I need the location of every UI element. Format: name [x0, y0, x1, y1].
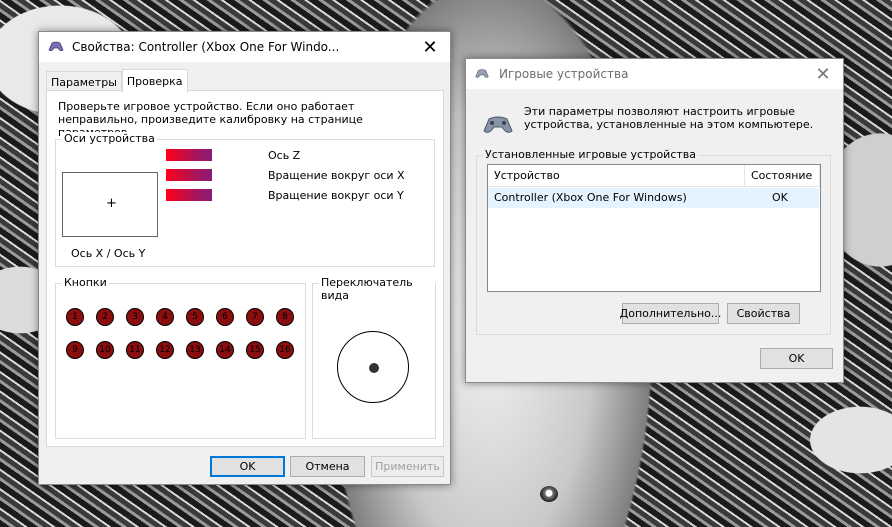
button-indicator-6: 6 — [216, 308, 234, 326]
button-indicator-10: 10 — [96, 341, 114, 359]
wallpaper-detail — [540, 486, 558, 502]
button-indicator-9: 9 — [66, 341, 84, 359]
apply-button[interactable]: Применить — [371, 456, 444, 477]
close-button[interactable]: ✕ — [410, 32, 450, 62]
pov-center-dot — [369, 363, 379, 373]
button-indicator-13: 13 — [186, 341, 204, 359]
game-controllers-window: Игровые устройства ✕ Эти параметры позво… — [465, 58, 844, 383]
ok-button[interactable]: OK — [760, 348, 833, 369]
column-header-status[interactable]: Состояние — [745, 165, 820, 187]
button-indicator-14: 14 — [216, 341, 234, 359]
axis-rx-label: Вращение вокруг оси X — [268, 169, 405, 182]
button-indicator-12: 12 — [156, 341, 174, 359]
axis-ry-bar — [166, 189, 212, 201]
button-indicator-8: 8 — [276, 308, 294, 326]
tab-settings[interactable]: Параметры — [46, 71, 122, 92]
xy-axis-label: Ось X / Ось Y — [71, 247, 146, 260]
test-tab-panel: Проверьте игровое устройство. Если оно р… — [46, 90, 444, 447]
button-indicator-2: 2 — [96, 308, 114, 326]
cancel-button[interactable]: Отмена — [290, 456, 365, 477]
axis-z-label: Ось Z — [268, 149, 301, 162]
axis-ry-label: Вращение вокруг оси Y — [268, 189, 404, 202]
device-name: Controller (Xbox One For Windows) — [494, 191, 687, 204]
close-button[interactable]: ✕ — [803, 59, 843, 89]
axis-rx-bar — [166, 169, 212, 181]
description-text: Эти параметры позволяют настроить игровы… — [524, 105, 814, 131]
button-indicator-15: 15 — [246, 341, 264, 359]
pov-indicator — [337, 331, 409, 403]
crosshair-icon: + — [106, 196, 117, 211]
gamepad-icon — [474, 67, 492, 81]
column-header-device[interactable]: Устройство — [488, 165, 745, 187]
ok-button[interactable]: OK — [210, 456, 285, 477]
title-bar[interactable]: Игровые устройства ✕ — [466, 59, 843, 89]
title-bar[interactable]: Свойства: Controller (Xbox One For Windo… — [39, 32, 450, 62]
button-indicator-5: 5 — [186, 308, 204, 326]
table-row[interactable]: Controller (Xbox One For Windows) OK — [488, 188, 819, 208]
gamepad-icon — [481, 114, 515, 139]
pov-group-label: Переключатель вида — [319, 276, 435, 302]
xy-axis-box: + — [62, 172, 158, 237]
tab-test[interactable]: Проверка — [121, 69, 188, 93]
button-indicator-7: 7 — [246, 308, 264, 326]
axes-group-label: Оси устройства — [62, 132, 157, 145]
device-status: OK — [772, 191, 788, 204]
buttons-group-label: Кнопки — [62, 276, 109, 289]
advanced-button[interactable]: Дополнительно... — [620, 303, 721, 324]
button-indicator-1: 1 — [66, 308, 84, 326]
tab-strip: Параметры Проверка — [46, 69, 188, 93]
pov-group: Переключатель вида — [312, 276, 436, 439]
button-indicator-11: 11 — [126, 341, 144, 359]
installed-devices-label: Установленные игровые устройства — [483, 148, 699, 161]
axis-z-bar — [166, 149, 212, 161]
gamepad-icon — [47, 40, 65, 54]
button-indicator-16: 16 — [276, 341, 294, 359]
controller-properties-window: Свойства: Controller (Xbox One For Windo… — [38, 31, 451, 485]
button-indicator-3: 3 — [126, 308, 144, 326]
buttons-group: Кнопки 1 2 3 4 5 6 7 8 9 10 11 12 13 14 15 16 — [55, 276, 306, 439]
properties-button[interactable]: Свойства — [727, 303, 800, 324]
window-title: Игровые устройства — [499, 67, 629, 81]
devices-list[interactable]: Устройство Состояние Controller (Xbox On… — [487, 164, 821, 292]
button-indicator-4: 4 — [156, 308, 174, 326]
window-title: Свойства: Controller (Xbox One For Windo… — [72, 40, 340, 54]
